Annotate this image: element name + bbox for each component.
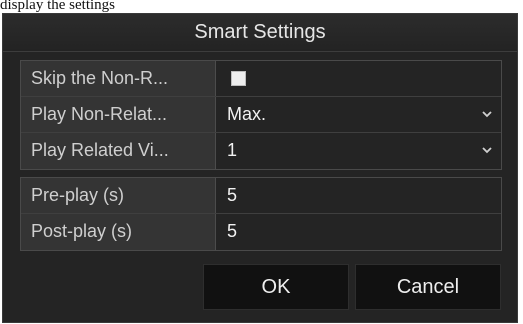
setting-row-play-non-related[interactable]: Play Non-Relat... Max. (21, 97, 501, 133)
selected-value: Max. (227, 104, 267, 124)
setting-value-cell (217, 61, 501, 96)
pre-play-input[interactable]: 5 (217, 178, 501, 213)
skip-non-related-checkbox[interactable] (231, 71, 246, 86)
smart-settings-dialog: Smart Settings Skip the Non-R... Play No… (2, 13, 518, 323)
setting-label: Play Non-Relat... (21, 97, 216, 132)
ok-button[interactable]: OK (203, 264, 349, 310)
setting-label: Pre-play (s) (21, 178, 216, 213)
setting-row-pre-play: Pre-play (s) 5 (21, 178, 501, 214)
timing-options-group: Pre-play (s) 5 Post-play (s) 5 (20, 177, 502, 251)
selected-value: 1 (227, 140, 238, 160)
background-caption-text: display the settings (0, 0, 523, 14)
chevron-down-icon[interactable] (481, 107, 493, 121)
play-related-select[interactable]: 1 (217, 133, 501, 169)
setting-row-skip-non-related: Skip the Non-R... (21, 61, 501, 97)
playback-options-group: Skip the Non-R... Play Non-Relat... Max.… (20, 60, 502, 170)
setting-label: Play Related Vi... (21, 133, 216, 169)
cancel-button[interactable]: Cancel (355, 264, 501, 310)
post-play-input[interactable]: 5 (217, 214, 501, 250)
dialog-title: Smart Settings (3, 14, 517, 52)
play-non-related-select[interactable]: Max. (217, 97, 501, 132)
setting-label: Skip the Non-R... (21, 61, 216, 96)
setting-row-play-related[interactable]: Play Related Vi... 1 (21, 133, 501, 169)
setting-label: Post-play (s) (21, 214, 216, 250)
dialog-footer: OK Cancel (3, 259, 517, 323)
chevron-down-icon[interactable] (481, 143, 493, 157)
setting-row-post-play: Post-play (s) 5 (21, 214, 501, 250)
